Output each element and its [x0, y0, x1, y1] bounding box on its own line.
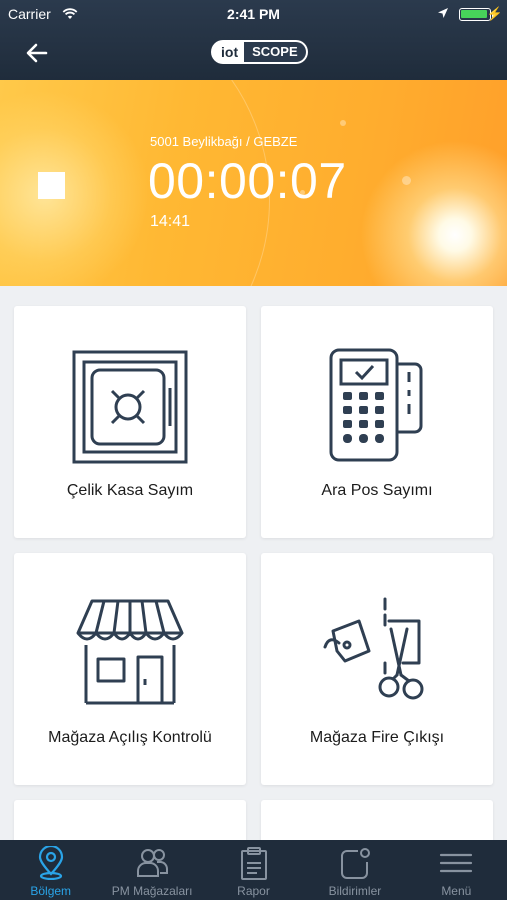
sun-glow-right	[360, 140, 507, 286]
session-banner: 5001 Beylikbağı / GEBZE 00:00:07 14:41	[0, 80, 507, 286]
tab-label: Bölgem	[30, 884, 72, 898]
start-time: 14:41	[150, 213, 191, 230]
status-bar: Carrier 2:41 PM ⚡	[0, 6, 507, 22]
stop-button[interactable]	[38, 172, 65, 199]
tab-label: Rapor	[237, 884, 270, 898]
charging-icon: ⚡	[486, 6, 503, 21]
store-location: 5001 Beylikbağı / GEBZE	[150, 134, 298, 149]
location-arrow-icon	[438, 8, 448, 18]
back-button[interactable]	[22, 38, 52, 68]
app-logo: iot SCOPE	[211, 40, 308, 64]
scissors-tag-icon	[323, 597, 424, 700]
tile-label: Mağaza Fire Çıkışı	[309, 729, 445, 746]
hamburger-icon	[440, 853, 473, 873]
storefront-icon	[76, 599, 184, 705]
logo-iot: iot	[211, 40, 245, 64]
lens-flare	[340, 120, 346, 126]
clipboard-icon	[240, 847, 267, 880]
tile-label: Çelik Kasa Sayım	[66, 482, 194, 499]
tile-magaza-fire-cikisi[interactable]: Mağaza Fire Çıkışı	[261, 553, 493, 785]
tab-label: PM Mağazaları	[111, 884, 193, 898]
tile-magaza-acilis-kontrolu[interactable]: Mağaza Açılış Kontrolü	[14, 553, 246, 785]
tab-pm-magazalari[interactable]: PM Mağazaları	[101, 840, 202, 900]
logo-scope: SCOPE	[244, 40, 308, 64]
tab-menu[interactable]: Menü	[406, 840, 507, 900]
tab-bildirimler[interactable]: Bildirimler	[304, 840, 405, 900]
tab-label: Bildirimler	[328, 884, 382, 898]
elapsed-timer: 00:00:07	[148, 153, 347, 209]
tab-rapor[interactable]: Rapor	[203, 840, 304, 900]
tab-label: Menü	[441, 884, 472, 898]
pos-terminal-icon	[329, 348, 423, 462]
notification-icon	[340, 848, 370, 879]
tile-label: Ara Pos Sayımı	[321, 482, 433, 499]
lens-flare	[402, 176, 411, 185]
users-icon	[137, 849, 169, 877]
clock-label: 2:41 PM	[227, 6, 280, 22]
location-pin-icon	[38, 846, 63, 880]
tab-bolgem[interactable]: Bölgem	[0, 840, 101, 900]
tab-bar: Bölgem PM Mağazaları Rapor Bildirimler M…	[0, 840, 507, 900]
top-bar: Carrier 2:41 PM ⚡ iot SCOPE	[0, 0, 507, 80]
safe-icon	[72, 350, 188, 464]
tile-label: Mağaza Açılış Kontrolü	[48, 729, 212, 746]
tile-celik-kasa-sayim[interactable]: Çelik Kasa Sayım	[14, 306, 246, 538]
tile-ara-pos-sayimi[interactable]: Ara Pos Sayımı	[261, 306, 493, 538]
